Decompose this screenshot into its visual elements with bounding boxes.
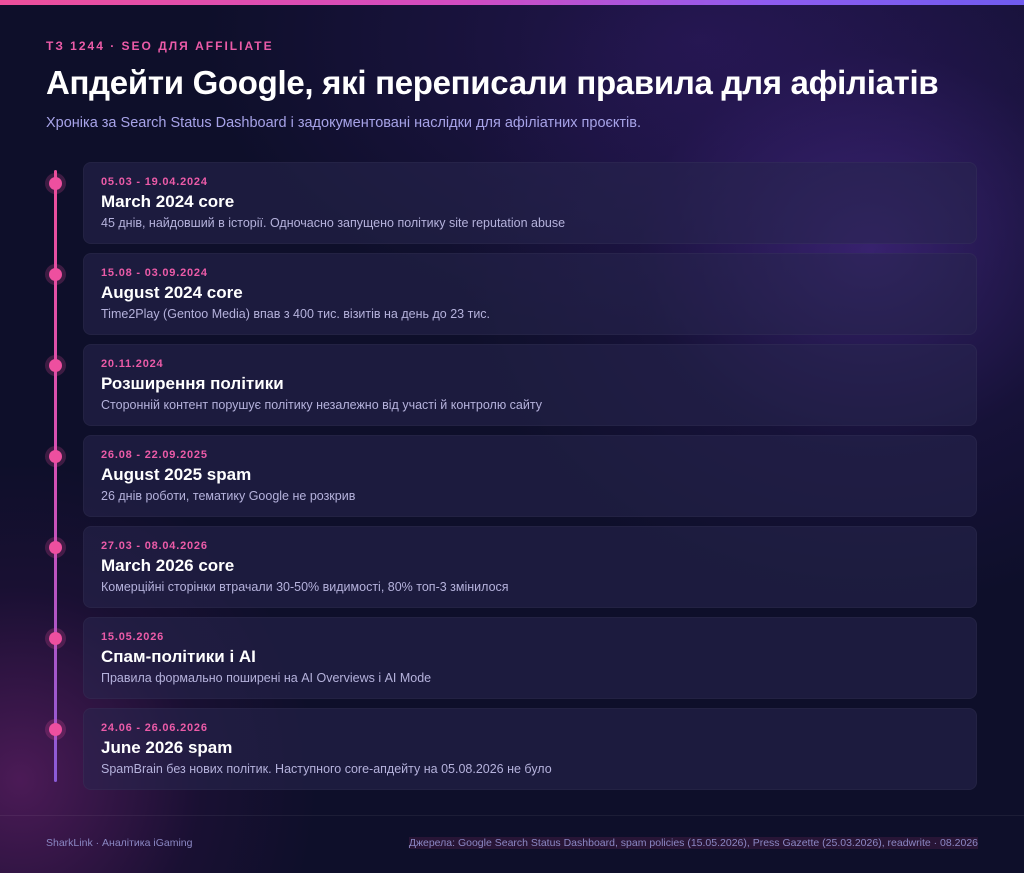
page-subtitle: Хроніка за Search Status Dashboard і зад… bbox=[46, 115, 642, 131]
timeline-dot bbox=[49, 268, 62, 281]
top-accent-bar bbox=[0, 0, 1024, 5]
timeline-title: Розширення політики bbox=[101, 374, 284, 393]
timeline-dot bbox=[49, 450, 62, 463]
timeline-title: March 2026 core bbox=[101, 556, 235, 575]
timeline-dot bbox=[49, 177, 62, 190]
timeline-item: 15.08 - 03.09.2024 August 2024 core Time… bbox=[0, 253, 1024, 335]
page-title: Апдейти Google, які переписали правила д… bbox=[46, 64, 939, 101]
timeline-title: August 2025 spam bbox=[101, 465, 252, 484]
footer-divider bbox=[0, 815, 1024, 816]
timeline-description: Сторонній контент порушує політику незал… bbox=[101, 398, 542, 412]
timeline-date: 27.03 - 08.04.2026 bbox=[101, 540, 208, 552]
timeline-date: 15.05.2026 bbox=[101, 631, 165, 643]
timeline-date: 15.08 - 03.09.2024 bbox=[101, 267, 208, 279]
timeline-card: 15.05.2026 Спам-політики і AI Правила фо… bbox=[83, 617, 977, 699]
timeline-description: Комерційні сторінки втрачали 30-50% види… bbox=[101, 580, 509, 594]
timeline-title: March 2024 core bbox=[101, 192, 235, 211]
timeline-card: 05.03 - 19.04.2024 March 2024 core 45 дн… bbox=[83, 162, 977, 244]
timeline-description: Правила формально поширені на AI Overvie… bbox=[101, 671, 432, 685]
timeline-item: 24.06 - 26.06.2026 June 2026 spam SpamBr… bbox=[0, 708, 1024, 790]
timeline-item: 26.08 - 22.09.2025 August 2025 spam 26 д… bbox=[0, 435, 1024, 517]
timeline-title: August 2024 core bbox=[101, 283, 243, 302]
timeline-item: 15.05.2026 Спам-політики і AI Правила фо… bbox=[0, 617, 1024, 699]
timeline-dot bbox=[49, 359, 62, 372]
footer-sources: Джерела: Google Search Status Dashboard,… bbox=[408, 837, 978, 849]
timeline-card: 15.08 - 03.09.2024 August 2024 core Time… bbox=[83, 253, 977, 335]
timeline-description: 45 днів, найдовший в історії. Одночасно … bbox=[101, 216, 566, 230]
timeline-item: 05.03 - 19.04.2024 March 2024 core 45 дн… bbox=[0, 162, 1024, 244]
timeline-description: Time2Play (Gentoo Media) впав з 400 тис.… bbox=[101, 307, 491, 321]
timeline-dot bbox=[49, 632, 62, 645]
timeline-item: 20.11.2024 Розширення політики Сторонній… bbox=[0, 344, 1024, 426]
timeline-dot bbox=[49, 541, 62, 554]
eyebrow-label: ТЗ 1244 · SEO ДЛЯ AFFILIATE bbox=[46, 39, 274, 53]
timeline-card: 24.06 - 26.06.2026 June 2026 spam SpamBr… bbox=[83, 708, 977, 790]
timeline-title: June 2026 spam bbox=[101, 738, 233, 757]
footer-brand: SharkLink · Аналітика iGaming bbox=[46, 837, 193, 849]
timeline-date: 24.06 - 26.06.2026 bbox=[101, 722, 208, 734]
timeline-card: 20.11.2024 Розширення політики Сторонній… bbox=[83, 344, 977, 426]
timeline-date: 05.03 - 19.04.2024 bbox=[101, 176, 208, 188]
timeline-date: 20.11.2024 bbox=[101, 358, 164, 370]
timeline-card: 26.08 - 22.09.2025 August 2025 spam 26 д… bbox=[83, 435, 977, 517]
timeline-item: 27.03 - 08.04.2026 March 2026 core Комер… bbox=[0, 526, 1024, 608]
timeline-description: 26 днів роботи, тематику Google не розкр… bbox=[101, 489, 356, 503]
timeline-dot bbox=[49, 723, 62, 736]
timeline-date: 26.08 - 22.09.2025 bbox=[101, 449, 208, 461]
timeline-title: Спам-політики і AI bbox=[101, 647, 256, 666]
timeline-card: 27.03 - 08.04.2026 March 2026 core Комер… bbox=[83, 526, 977, 608]
timeline-description: SpamBrain без нових політик. Наступного … bbox=[101, 762, 552, 776]
